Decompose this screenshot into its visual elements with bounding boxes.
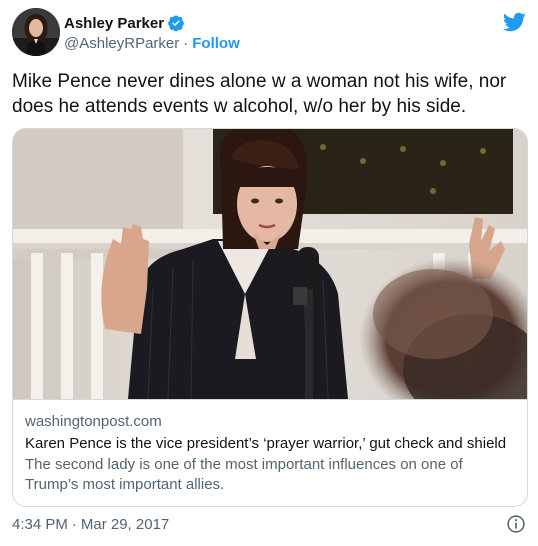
verified-badge-icon bbox=[167, 14, 185, 32]
tweet-date: Mar 29, 2017 bbox=[80, 516, 170, 533]
author-handle[interactable]: @AshleyRParker bbox=[64, 35, 179, 52]
avatar[interactable] bbox=[12, 8, 60, 56]
twitter-bird-icon[interactable] bbox=[502, 10, 526, 34]
embedded-tweet: Ashley Parker @AshleyRParker · Follow Mi… bbox=[0, 0, 538, 546]
tweet-time: 4:34 PM bbox=[12, 516, 68, 533]
author-handle-row: @AshleyRParker · Follow bbox=[64, 35, 240, 52]
author-name-row: Ashley Parker bbox=[64, 13, 185, 33]
separator: · bbox=[183, 35, 189, 52]
card-domain: washingtonpost.com bbox=[25, 413, 162, 430]
link-card[interactable]: washingtonpost.com Karen Pence is the vi… bbox=[12, 128, 528, 507]
author-name[interactable]: Ashley Parker bbox=[64, 15, 164, 32]
follow-button[interactable]: Follow bbox=[192, 35, 240, 52]
info-icon[interactable] bbox=[506, 514, 526, 534]
card-title[interactable]: Karen Pence is the vice president’s ‘pra… bbox=[25, 434, 515, 454]
card-body: washingtonpost.com Karen Pence is the vi… bbox=[13, 399, 527, 506]
card-description: The second lady is one of the most impor… bbox=[25, 456, 463, 493]
tweet-timestamp[interactable]: 4:34 PM · Mar 29, 2017 bbox=[12, 516, 169, 533]
card-image bbox=[13, 129, 527, 424]
tweet-text: Mike Pence never dines alone w a woman n… bbox=[12, 71, 507, 117]
separator: · bbox=[71, 516, 77, 533]
